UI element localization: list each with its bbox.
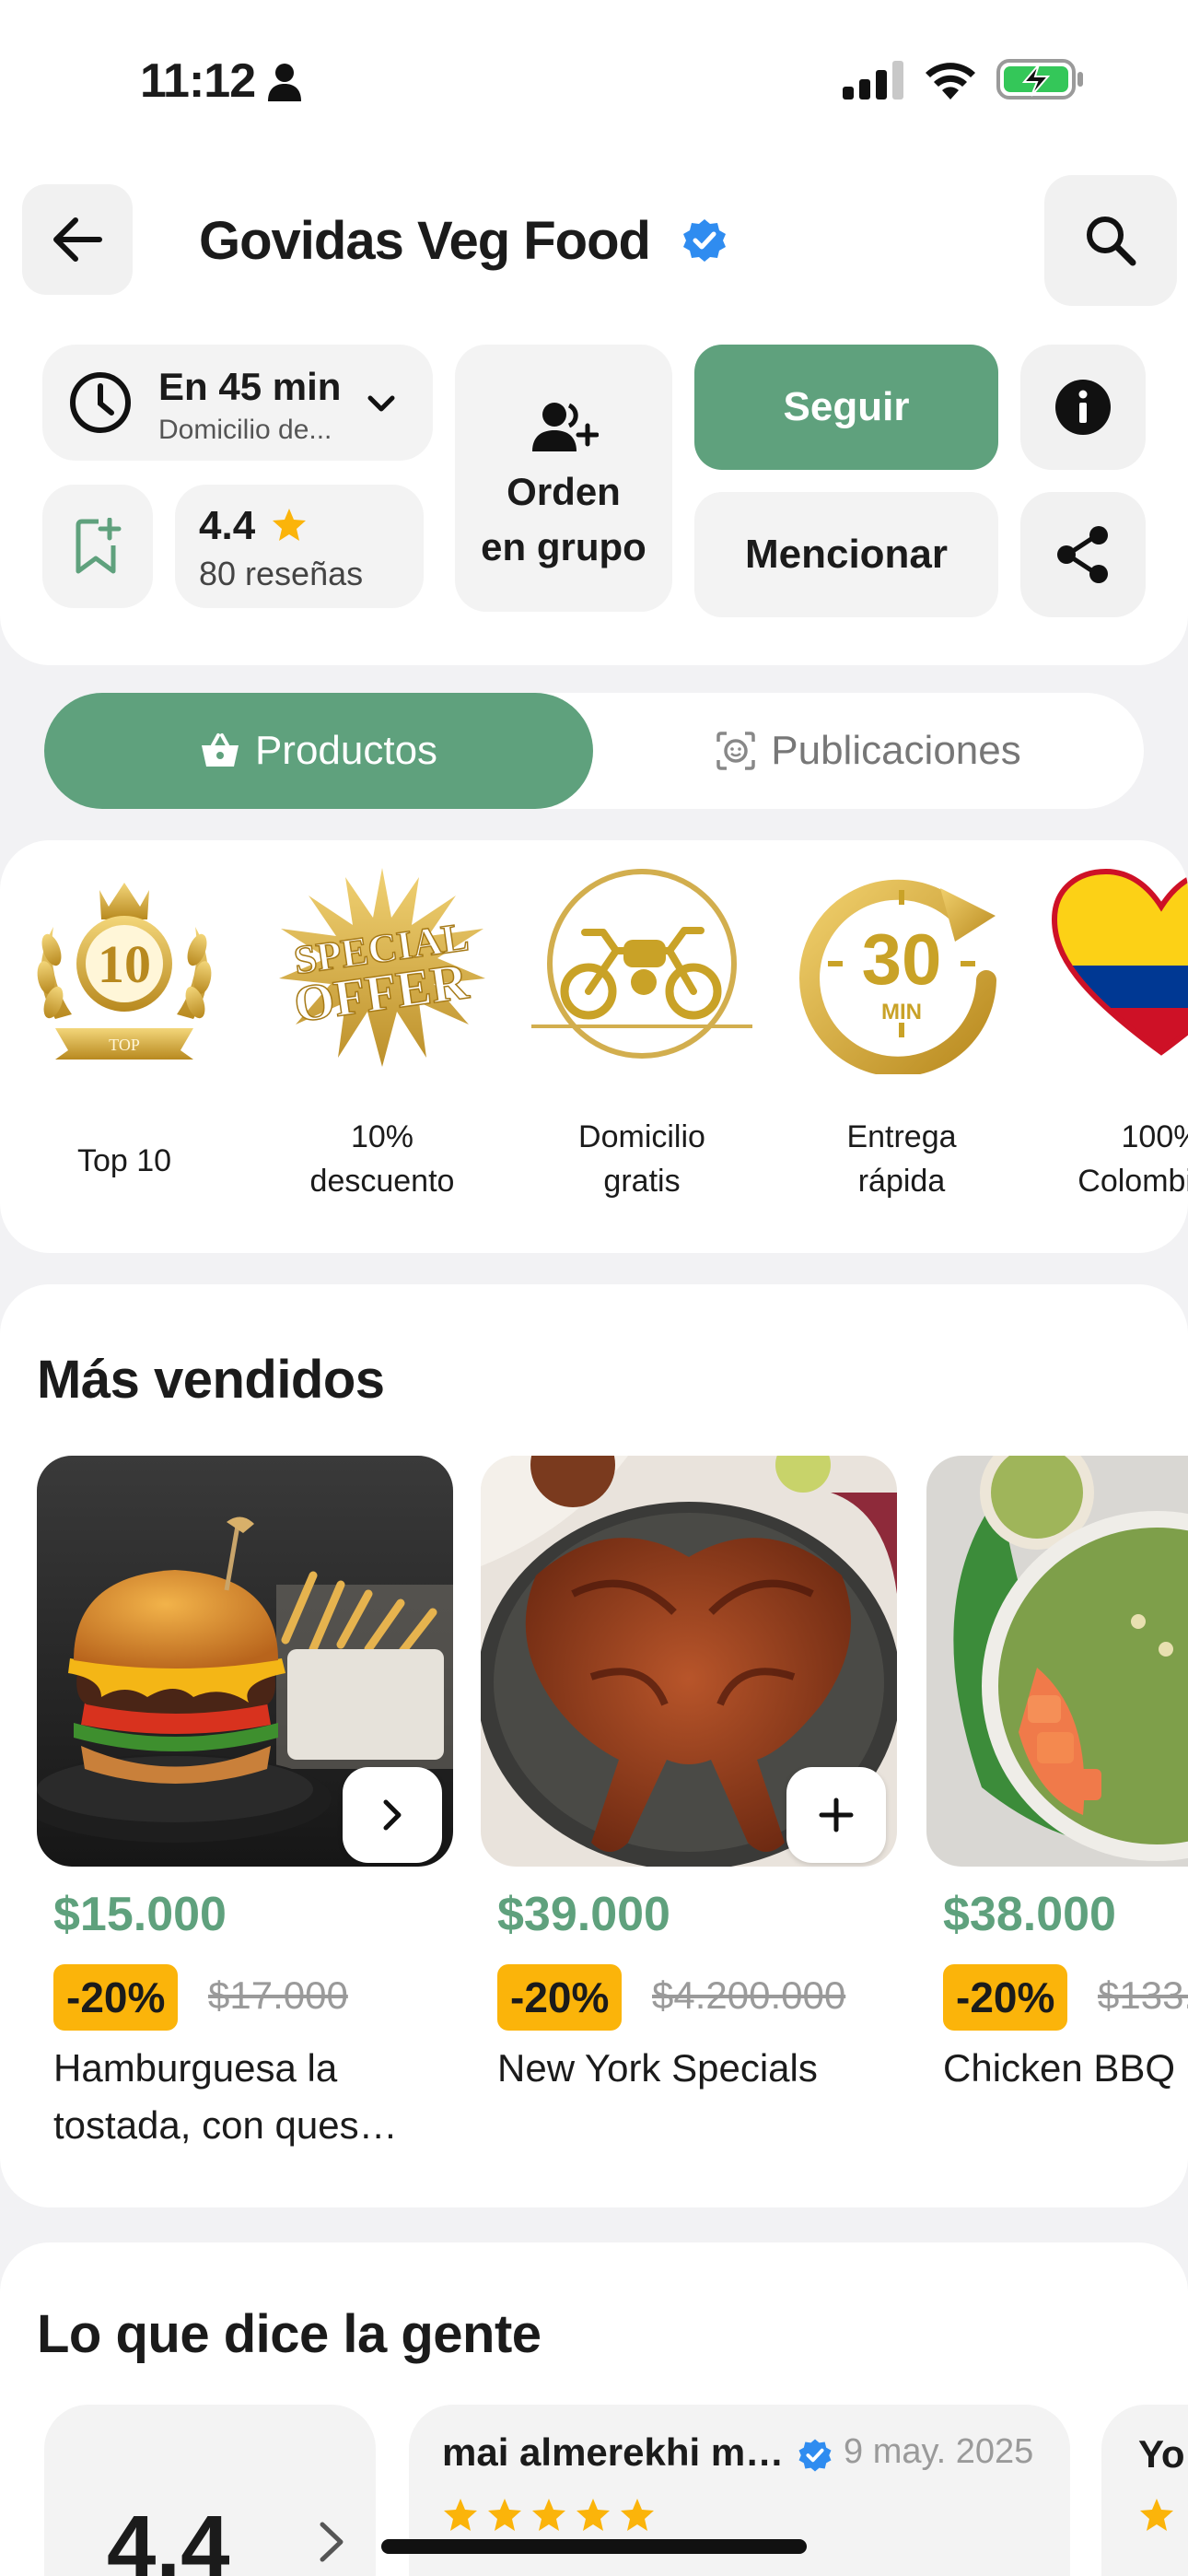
product-price: $38.000: [943, 1888, 1116, 1941]
colombia-heart-icon: [1051, 868, 1188, 1056]
badge-label: Entrega rápida: [846, 1119, 957, 1199]
svg-text:10: 10: [98, 934, 151, 994]
badge-free-delivery[interactable]: Domicilio gratis: [527, 862, 757, 1199]
content-tabs: Productos Publicaciones: [44, 693, 1144, 809]
original-price: $4.200.000: [652, 1973, 846, 2017]
search-icon: [1087, 217, 1136, 266]
back-button[interactable]: [22, 184, 133, 295]
face-scan-icon: [716, 732, 755, 770]
group-add-icon: [532, 403, 599, 451]
chevron-right-icon: [383, 1799, 402, 1831]
svg-text:30: 30: [862, 919, 942, 1000]
discount-badge: -20%: [53, 1964, 179, 2031]
discount-badge: -20%: [497, 1964, 623, 2031]
rating-summary[interactable]: 4.4 80 reseñas: [175, 485, 424, 608]
delivery-time: En 45 min: [158, 365, 342, 408]
arrow-left-icon: [53, 217, 102, 262]
product-name: Hamburguesa la tostada, con ques…: [53, 2046, 398, 2147]
follow-button[interactable]: Seguir: [694, 345, 998, 470]
product-name: New York Specials: [497, 2046, 818, 2090]
tab-posts[interactable]: Publicaciones: [593, 693, 1144, 809]
tab-products-label: Productos: [254, 728, 438, 773]
shopping-basket-icon: [201, 733, 239, 767]
product-name: Chicken BBQ: [943, 2046, 1176, 2090]
review-card[interactable]: Yo: [1101, 2405, 1188, 2576]
original-price: $17.000: [208, 1973, 348, 2017]
average-rating-card[interactable]: 4.4: [44, 2405, 376, 2576]
save-store-button[interactable]: [42, 485, 153, 608]
chevron-down-icon: [367, 395, 395, 412]
add-to-cart-button[interactable]: [786, 1767, 886, 1863]
badge-label: 10% descuento: [309, 1119, 455, 1199]
badge-top10[interactable]: 10 TOP Top 10: [9, 862, 239, 1178]
product-image-salad[interactable]: [926, 1456, 1188, 1867]
review-author: Yo: [1138, 2432, 1185, 2476]
person-icon: [268, 64, 301, 101]
discount-badge: -20%: [943, 1964, 1068, 2031]
average-rating-value: 4.4: [107, 2498, 230, 2576]
home-indicator[interactable]: [381, 2539, 807, 2554]
group-order-label: Orden en grupo: [481, 470, 646, 568]
search-button[interactable]: [1044, 175, 1177, 306]
special-offer-icon: SPECIAL OFFER: [279, 868, 485, 1067]
svg-text:TOP: TOP: [109, 1036, 140, 1054]
badge-colombian[interactable]: 100% Colombiano: [1046, 862, 1188, 1199]
badge-label: 100% Colombiano: [1077, 1119, 1188, 1199]
plus-icon: [819, 1797, 854, 1832]
info-button[interactable]: [1020, 345, 1146, 470]
star-icon: [273, 509, 306, 541]
svg-text:MIN: MIN: [881, 1000, 922, 1025]
product-price: $39.000: [497, 1888, 670, 1941]
review-author: mai almerekhi m…: [442, 2430, 785, 2474]
rating-value: 4.4: [199, 503, 256, 548]
product-open-button[interactable]: [343, 1767, 442, 1863]
chevron-right-icon: [320, 2522, 344, 2562]
cellular-signal-icon: [843, 61, 903, 100]
star-rating-icon: [1140, 2499, 1173, 2531]
share-button[interactable]: [1020, 492, 1146, 617]
store-name: Govidas Veg Food: [199, 211, 651, 271]
timer-30-min-icon: 30 MIN: [799, 879, 996, 1074]
status-time: 11:12: [140, 54, 256, 108]
verified-badge-icon: [798, 2439, 832, 2472]
store-badges-carousel[interactable]: 10 TOP Top 10 SPECIAL OFFER 10% descuent…: [0, 840, 1188, 1253]
share-icon: [1057, 526, 1108, 583]
original-price: $133.000: [1098, 1973, 1188, 2017]
delivery-time-selector[interactable]: En 45 min Domicilio de...: [42, 345, 433, 461]
group-order-button[interactable]: Orden en grupo: [455, 345, 672, 612]
tab-products[interactable]: Productos: [44, 693, 593, 809]
delivery-subtitle: Domicilio de...: [158, 415, 332, 445]
wifi-icon: [926, 63, 975, 100]
reviews-section: Lo que dice la gente 4.4 mai almerekhi m…: [0, 2242, 1188, 2576]
mention-button[interactable]: Mencionar: [694, 492, 998, 617]
verified-badge-icon: [683, 219, 726, 262]
badge-fast-delivery[interactable]: 30 MIN Entrega rápida: [786, 862, 1017, 1199]
bookmark-add-icon: [76, 518, 122, 574]
section-title: Más vendidos: [37, 1350, 385, 1410]
store-header-card: 11:12 Govidas Veg Food En 45 min Domicil…: [0, 0, 1188, 665]
clock-icon: [70, 372, 131, 433]
info-icon: [1055, 380, 1111, 435]
star-rating-icon: [444, 2499, 654, 2531]
motorcycle-icon: [531, 869, 752, 1059]
battery-charging-icon: [996, 59, 1083, 100]
badge-label: Domicilio gratis: [578, 1119, 705, 1199]
top10-laurel-icon: 10 TOP: [37, 883, 212, 1060]
badge-label: Top 10: [76, 1143, 172, 1178]
tab-posts-label: Publicaciones: [771, 728, 1021, 773]
product-price: $15.000: [53, 1888, 227, 1941]
section-title: Lo que dice la gente: [37, 2304, 542, 2364]
review-date: 9 may. 2025: [844, 2432, 1034, 2471]
best-sellers-section: Más vendidos $15.000 -20% $17.000 Hambur…: [0, 1284, 1188, 2207]
reviews-count: 80 reseñas: [199, 555, 364, 592]
badge-discount[interactable]: SPECIAL OFFER 10% descuento: [267, 862, 497, 1199]
